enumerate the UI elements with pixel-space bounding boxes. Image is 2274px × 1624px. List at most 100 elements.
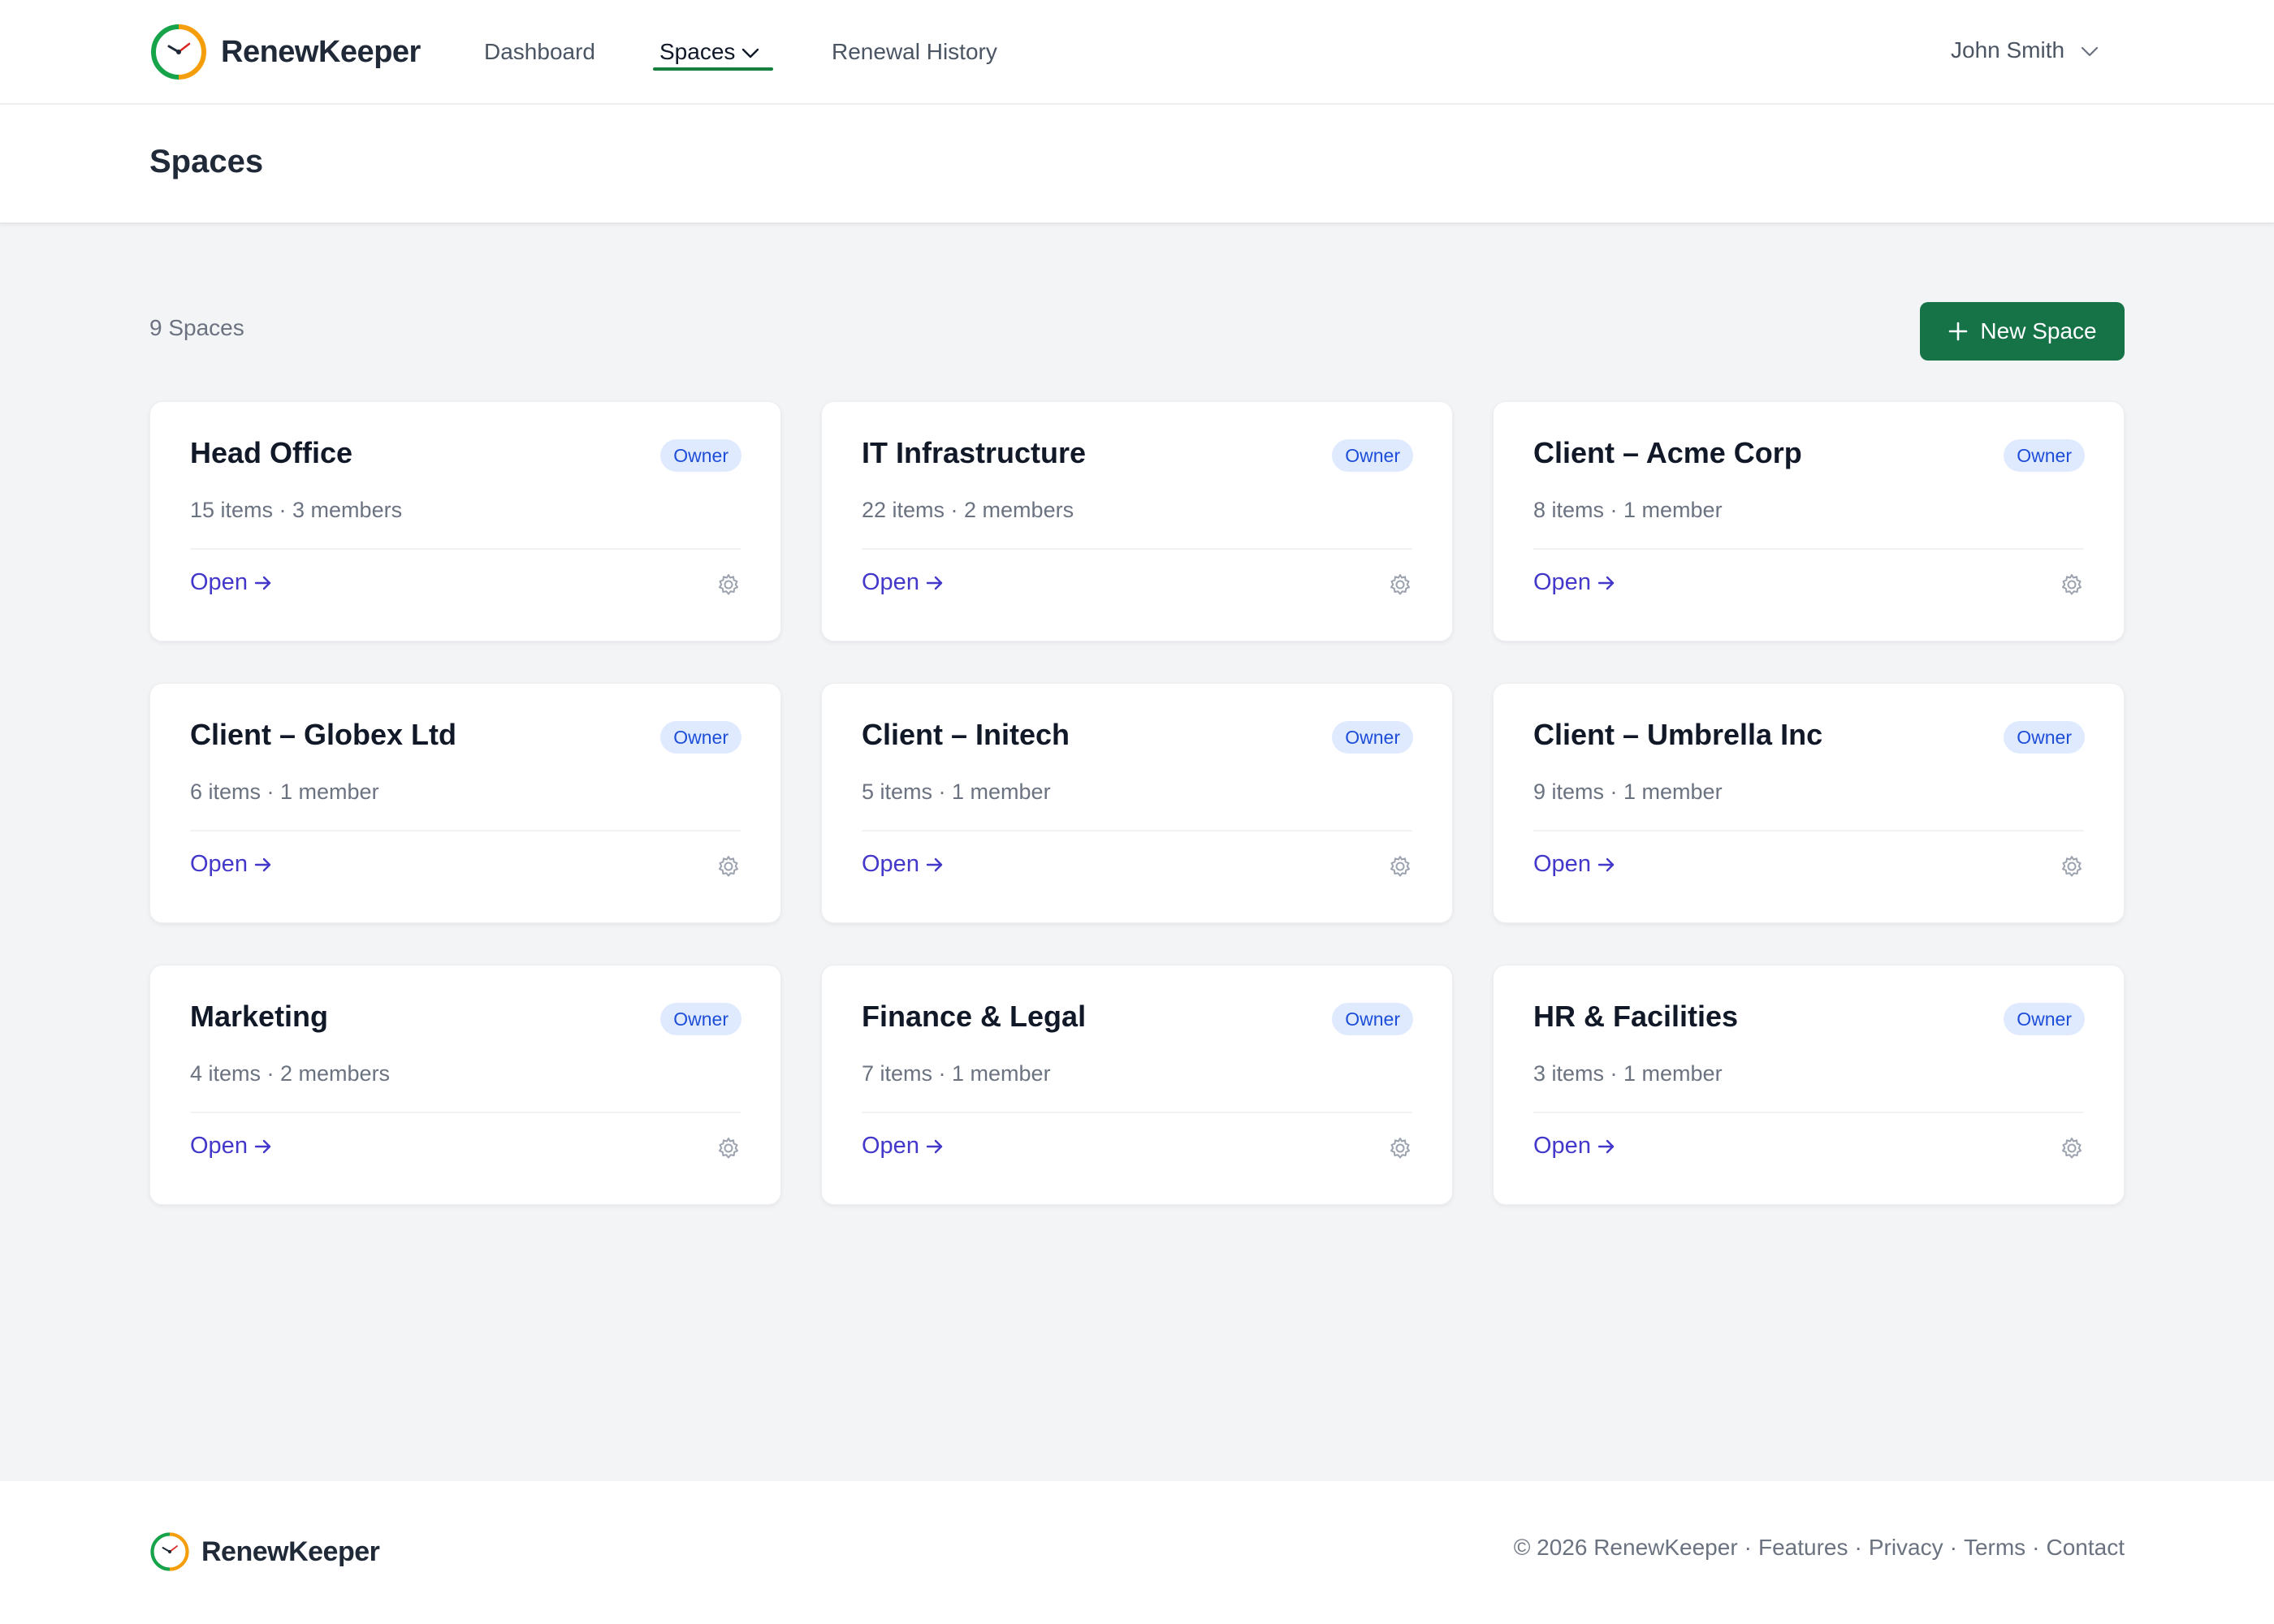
spaces-count: 9 Spaces — [149, 315, 244, 340]
role-badge: Owner — [660, 1003, 741, 1035]
open-space-link[interactable]: Open — [862, 569, 944, 596]
card-divider — [862, 830, 1412, 831]
space-meta: 6 items · 1 member — [190, 780, 379, 804]
open-space-link[interactable]: Open — [1533, 851, 1615, 878]
space-meta: 5 items · 1 member — [862, 780, 1051, 804]
chevron-down-icon — [2081, 46, 2099, 56]
space-card[interactable]: Client – Umbrella Inc Owner 9 items · 1 … — [1493, 683, 2125, 923]
chevron-down-icon — [742, 48, 759, 58]
separator: · — [1854, 1535, 1862, 1560]
space-card[interactable]: HR & Facilities Owner 3 items · 1 member… — [1493, 965, 2125, 1205]
gear-icon[interactable] — [1387, 853, 1413, 879]
space-card[interactable]: Client – Initech Owner 5 items · 1 membe… — [821, 683, 1453, 923]
role-badge: Owner — [2004, 439, 2085, 472]
space-name: IT Infrastructure — [862, 436, 1087, 469]
plus-icon — [1949, 322, 1968, 341]
user-menu[interactable]: John Smith — [1951, 31, 2099, 70]
brand-name: RenewKeeper — [221, 34, 421, 69]
space-meta: 7 items · 1 member — [862, 1061, 1051, 1086]
space-name: Finance & Legal — [862, 1000, 1087, 1033]
arrow-right-icon — [1597, 1139, 1615, 1153]
page-header: Spaces — [0, 105, 2274, 224]
space-meta: 8 items · 1 member — [1533, 498, 1723, 522]
separator: · — [2032, 1535, 2040, 1560]
footer-link-contact[interactable]: Contact — [2047, 1535, 2125, 1561]
gear-icon[interactable] — [2059, 572, 2085, 598]
open-label: Open — [862, 851, 919, 877]
separator: · — [1949, 1535, 1957, 1560]
open-label: Open — [1533, 851, 1591, 877]
new-space-button[interactable]: New Space — [1920, 302, 2125, 361]
footer-link-terms[interactable]: Terms — [1964, 1535, 2025, 1561]
nav-renewal-history[interactable]: Renewal History — [832, 32, 997, 71]
space-card[interactable]: Client – Globex Ltd Owner 6 items · 1 me… — [149, 683, 781, 923]
space-meta: 15 items · 3 members — [190, 498, 403, 522]
open-label: Open — [862, 569, 919, 595]
role-badge: Owner — [1332, 439, 1413, 472]
role-badge: Owner — [1332, 721, 1413, 754]
separator: · — [1744, 1535, 1752, 1560]
space-card[interactable]: Client – Acme Corp Owner 8 items · 1 mem… — [1493, 401, 2125, 641]
space-name: HR & Facilities — [1533, 1000, 1739, 1033]
card-divider — [1533, 830, 2084, 831]
space-card[interactable]: Marketing Owner 4 items · 2 members Open — [149, 965, 781, 1205]
open-label: Open — [1533, 569, 1591, 595]
copyright: © 2026 RenewKeeper — [1513, 1535, 1738, 1560]
gear-icon[interactable] — [1387, 1135, 1413, 1161]
open-space-link[interactable]: Open — [862, 1133, 944, 1160]
space-meta: 9 items · 1 member — [1533, 780, 1723, 804]
gear-icon[interactable] — [715, 853, 741, 879]
space-name: Client – Umbrella Inc — [1533, 718, 1823, 751]
role-badge: Owner — [2004, 721, 2085, 754]
space-meta: 4 items · 2 members — [190, 1061, 391, 1086]
open-space-link[interactable]: Open — [1533, 1133, 1615, 1160]
space-card[interactable]: Head Office Owner 15 items · 3 members O… — [149, 401, 781, 641]
footer-link-features[interactable]: Features — [1758, 1535, 1848, 1561]
arrow-right-icon — [926, 1139, 943, 1153]
arrow-right-icon — [254, 1139, 271, 1153]
arrow-right-icon — [254, 857, 271, 871]
footer-brand[interactable]: RenewKeeper — [149, 1531, 380, 1572]
brand[interactable]: RenewKeeper — [149, 22, 421, 82]
active-nav-indicator — [653, 67, 773, 71]
gear-icon[interactable] — [2059, 853, 2085, 879]
clock-icon — [150, 1532, 189, 1571]
space-meta: 3 items · 1 member — [1533, 1061, 1723, 1086]
role-badge: Owner — [660, 721, 741, 754]
card-divider — [862, 1112, 1412, 1113]
clock-icon — [151, 24, 206, 80]
nav-spaces[interactable]: Spaces — [659, 32, 759, 71]
open-label: Open — [190, 851, 248, 877]
footer-link-privacy[interactable]: Privacy — [1869, 1535, 1943, 1561]
open-space-link[interactable]: Open — [190, 569, 272, 596]
top-navbar: RenewKeeper Dashboard Spaces Renewal His… — [0, 0, 2274, 105]
nav-dashboard[interactable]: Dashboard — [484, 32, 595, 71]
card-divider — [862, 548, 1412, 550]
gear-icon[interactable] — [1387, 572, 1413, 598]
arrow-right-icon — [254, 576, 271, 590]
open-space-link[interactable]: Open — [862, 851, 944, 878]
open-space-link[interactable]: Open — [190, 851, 272, 878]
nav-spaces-label: Spaces — [659, 39, 736, 64]
open-space-link[interactable]: Open — [1533, 569, 1615, 596]
space-card[interactable]: IT Infrastructure Owner 22 items · 2 mem… — [821, 401, 1453, 641]
gear-icon[interactable] — [715, 1135, 741, 1161]
space-name: Client – Acme Corp — [1533, 436, 1802, 469]
space-card[interactable]: Finance & Legal Owner 7 items · 1 member… — [821, 965, 1453, 1205]
open-space-link[interactable]: Open — [190, 1133, 272, 1160]
card-divider — [190, 830, 741, 831]
gear-icon[interactable] — [715, 572, 741, 598]
card-divider — [1533, 548, 2084, 550]
footer: RenewKeeper © 2026 RenewKeeper · Feature… — [0, 1481, 2274, 1624]
card-divider — [190, 1112, 741, 1113]
role-badge: Owner — [1332, 1003, 1413, 1035]
space-name: Marketing — [190, 1000, 329, 1033]
open-label: Open — [1533, 1133, 1591, 1159]
page-title: Spaces — [149, 144, 264, 179]
arrow-right-icon — [1597, 576, 1615, 590]
user-name: John Smith — [1951, 37, 2065, 63]
gear-icon[interactable] — [2059, 1135, 2085, 1161]
space-name: Head Office — [190, 436, 353, 469]
space-name: Client – Initech — [862, 718, 1070, 751]
arrow-right-icon — [1597, 857, 1615, 871]
